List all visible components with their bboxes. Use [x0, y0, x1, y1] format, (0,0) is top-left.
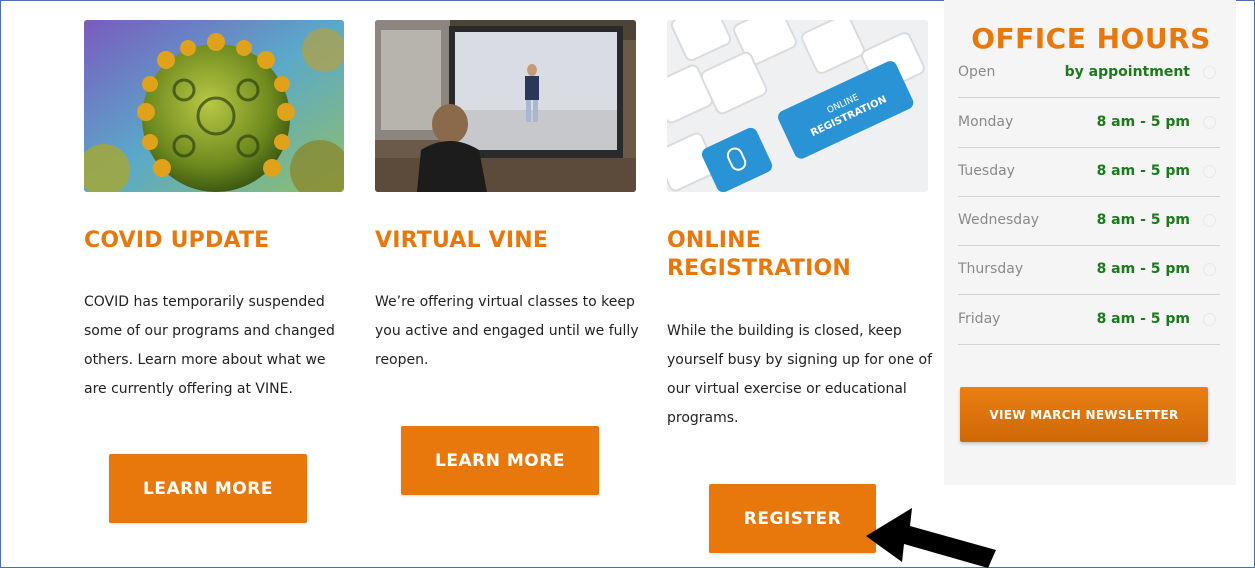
keyboard-image: ONLINE REGISTRATION: [667, 20, 928, 192]
hours-time: 8 am - 5 pm: [1096, 212, 1190, 228]
hours-day: Friday: [958, 311, 1001, 327]
hours-row-wednesday: Wednesday 8 am - 5 pm: [958, 196, 1220, 246]
clock-icon: [1203, 116, 1216, 129]
clock-icon: [1203, 165, 1216, 178]
covid-card-title: COVID UPDATE: [84, 228, 270, 253]
covid-card-text: COVID has temporarily suspended some of …: [84, 294, 335, 397]
hours-day: Wednesday: [958, 212, 1040, 228]
covid-learn-more-button[interactable]: LEARN MORE: [109, 454, 307, 523]
pointer-arrow-icon: [866, 508, 996, 568]
registration-card-image: ONLINE REGISTRATION: [667, 20, 928, 192]
hours-row-open: Open by appointment: [958, 48, 1220, 98]
registration-card-text: While the building is closed, keep yours…: [667, 323, 933, 426]
covid-card-image: [84, 20, 344, 192]
virtual-vine-card-image: [375, 20, 636, 192]
hours-day: Open: [958, 64, 996, 80]
clock-icon: [1203, 214, 1216, 227]
hours-day: Thursday: [958, 261, 1024, 277]
register-button[interactable]: REGISTER: [709, 484, 876, 553]
hours-day: Monday: [958, 114, 1014, 130]
registration-card-title: ONLINE REGISTRATION: [667, 228, 852, 281]
hours-time: by appointment: [1064, 64, 1190, 80]
hours-row-thursday: Thursday 8 am - 5 pm: [958, 245, 1220, 295]
hours-time: 8 am - 5 pm: [1096, 311, 1190, 327]
hours-row-monday: Monday 8 am - 5 pm: [958, 98, 1220, 148]
hours-time: 8 am - 5 pm: [1096, 163, 1190, 179]
clock-icon: [1203, 66, 1216, 79]
clock-icon: [1203, 263, 1216, 276]
view-newsletter-button[interactable]: VIEW MARCH NEWSLETTER: [960, 387, 1208, 442]
hours-time: 8 am - 5 pm: [1096, 261, 1190, 277]
virtual-class-image: [375, 20, 636, 192]
hours-row-friday: Friday 8 am - 5 pm: [958, 295, 1220, 345]
coronavirus-image: [84, 20, 344, 192]
virtual-vine-card-title: VIRTUAL VINE: [375, 228, 549, 253]
hours-time: 8 am - 5 pm: [1096, 114, 1190, 130]
hours-row-tuesday: Tuesday 8 am - 5 pm: [958, 147, 1220, 197]
virtual-vine-card-text: We’re offering virtual classes to keep y…: [375, 294, 639, 368]
hours-day: Tuesday: [958, 163, 1015, 179]
virtual-vine-learn-more-button[interactable]: LEARN MORE: [401, 426, 599, 495]
clock-icon: [1203, 313, 1216, 326]
